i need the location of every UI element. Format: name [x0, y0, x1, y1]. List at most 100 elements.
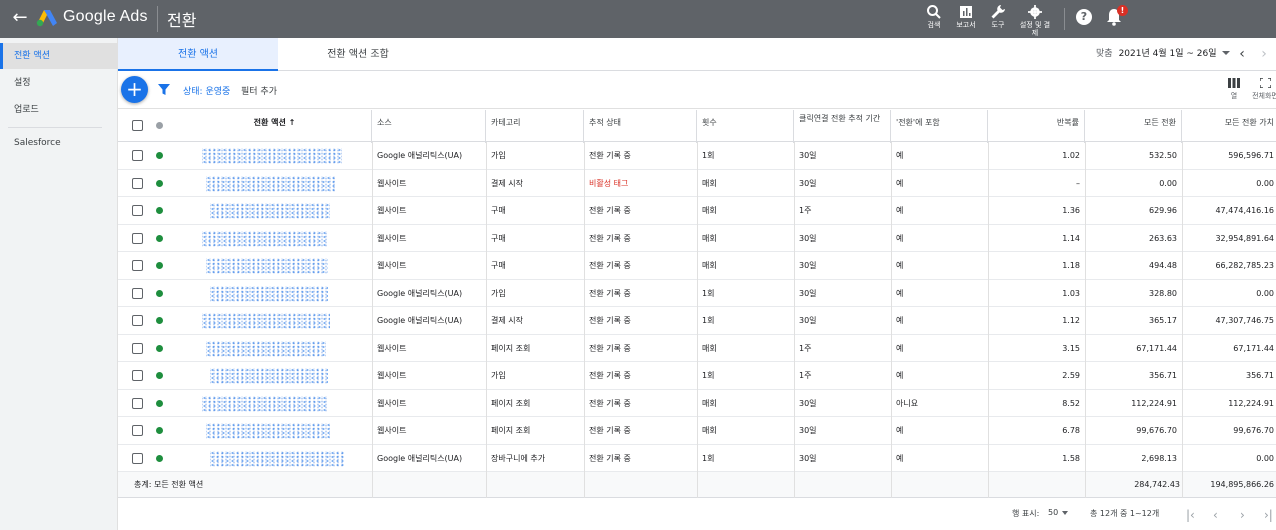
cell-category: 페이지 조회	[491, 343, 531, 353]
table-header: 전환 액션 ↑ 소스 카테고리 추적 상태 횟수 클릭연결 전환 추적 기간 '…	[118, 108, 1276, 143]
column-divider	[584, 142, 585, 498]
date-range-picker[interactable]: 맞춤 2021년 4월 1일 ~ 26일	[1096, 38, 1216, 71]
column-header-count[interactable]: 횟수	[697, 110, 794, 143]
gear-icon	[1028, 5, 1042, 19]
row-checkbox[interactable]	[132, 315, 143, 326]
row-checkbox[interactable]	[132, 232, 143, 244]
tab-conversion-action-sets[interactable]: 전환 액션 조합	[278, 38, 438, 71]
row-checkbox[interactable]	[132, 150, 143, 161]
fullscreen-button[interactable]: 전체화면	[1245, 78, 1276, 101]
cell-all-conversion-value: 99,676.70	[1233, 426, 1274, 435]
row-checkbox[interactable]	[132, 452, 143, 464]
select-all-checkbox[interactable]	[132, 120, 143, 131]
total-all-conversions: 284,742.43	[1134, 480, 1180, 489]
settings-billing-label: 설정 및 결제	[1019, 21, 1051, 37]
conversion-name-redacted[interactable]	[210, 285, 328, 302]
cell-category: 결제 시작	[491, 178, 523, 188]
conversion-name-redacted[interactable]	[202, 395, 328, 412]
column-header-click-window[interactable]: 클릭연결 전환 추적 기간	[794, 110, 891, 143]
rows-per-page-select[interactable]: 50	[1048, 508, 1058, 517]
cell-all-conversions: 356.71	[1149, 371, 1177, 380]
next-page-icon[interactable]: ›	[1240, 508, 1245, 522]
cell-tracking-status: 전환 기록 중	[589, 288, 631, 298]
conversion-name-redacted[interactable]	[210, 368, 328, 384]
search-tool-button[interactable]: 검색	[917, 3, 951, 35]
cell-repeat-rate: 3.15	[1062, 343, 1080, 353]
sidebar-item-salesforce[interactable]: Salesforce	[0, 130, 118, 156]
row-checkbox[interactable]	[132, 425, 143, 436]
page-title: 전환	[167, 11, 197, 30]
cell-include: 예	[896, 151, 904, 160]
filter-icon[interactable]	[158, 84, 170, 96]
cell-tracking-status: 비활성 태그	[589, 178, 629, 188]
row-checkbox[interactable]	[132, 397, 143, 409]
status-dot	[156, 427, 163, 434]
cell-repeat-rate: –	[1076, 178, 1080, 188]
row-checkbox[interactable]	[132, 177, 143, 189]
cell-click-window: 30일	[799, 233, 817, 243]
cell-repeat-rate: 6.78	[1062, 426, 1080, 435]
cell-all-conversion-value: 47,474,416.16	[1215, 206, 1274, 215]
status-dot	[156, 454, 163, 462]
prev-page-icon[interactable]: ‹	[1213, 508, 1218, 522]
sidebar-item-settings[interactable]: 설정	[0, 70, 118, 96]
add-filter-button[interactable]: 필터 추가	[241, 84, 277, 97]
add-conversion-button[interactable]: +	[121, 76, 148, 103]
cell-click-window: 1주	[799, 343, 812, 353]
row-checkbox[interactable]	[132, 370, 143, 381]
cell-source: 웹사이트	[377, 206, 407, 215]
row-checkbox[interactable]	[132, 205, 143, 216]
column-header-conversion-action[interactable]: 전환 액션 ↑	[178, 110, 372, 143]
tools-button[interactable]: 도구	[981, 3, 1015, 35]
tab-conversion-actions[interactable]: 전환 액션	[118, 38, 278, 71]
cell-all-conversions: 67,171.44	[1136, 343, 1177, 353]
column-header-source[interactable]: 소스	[372, 110, 486, 143]
conversion-name-redacted[interactable]	[202, 148, 342, 164]
conversion-name-redacted[interactable]	[206, 258, 328, 274]
conversion-name-redacted[interactable]	[206, 423, 330, 439]
status-dot	[156, 399, 163, 407]
pagination-range: 총 12개 중 1~12개	[1090, 509, 1160, 518]
column-header-include-in-conversions[interactable]: '전환'에 포함	[891, 110, 988, 143]
row-checkbox[interactable]	[132, 260, 143, 271]
column-header-tracking-status[interactable]: 추적 상태	[584, 110, 697, 143]
date-next-icon[interactable]: ›	[1256, 45, 1272, 63]
conversion-name-redacted[interactable]	[210, 203, 330, 219]
title-divider	[157, 6, 158, 32]
cell-repeat-rate: 1.18	[1062, 261, 1080, 270]
column-header-repeat-rate[interactable]: 반복률	[988, 110, 1085, 143]
column-header-category[interactable]: 카테고리	[486, 110, 584, 143]
row-checkbox[interactable]	[132, 342, 143, 354]
row-checkbox[interactable]	[132, 287, 143, 299]
back-arrow-icon[interactable]: ←	[10, 8, 30, 28]
cell-click-window: 30일	[799, 316, 817, 325]
date-prev-icon[interactable]: ‹	[1234, 45, 1250, 63]
cell-all-conversions: 2,698.13	[1141, 453, 1177, 463]
reports-tool-button[interactable]: 보고서	[949, 3, 983, 35]
cell-category: 가입	[491, 288, 506, 298]
conversion-name-redacted[interactable]	[206, 175, 336, 192]
conversion-name-redacted[interactable]	[206, 340, 326, 357]
cell-count: 1회	[702, 371, 715, 380]
tab-bar: 전환 액션 전환 액션 조합 맞춤 2021년 4월 1일 ~ 26일 ‹ ›	[118, 38, 1276, 71]
top-bar: ← Google Ads 전환 검색 보고서 도구 설정 및 결제 ? !	[0, 0, 1276, 38]
settings-billing-button[interactable]: 설정 및 결제	[1016, 3, 1054, 37]
column-header-all-conversion-value[interactable]: 모든 전환 가치	[1182, 110, 1276, 143]
help-icon[interactable]: ?	[1076, 9, 1092, 25]
cell-click-window: 30일	[799, 288, 817, 298]
cell-all-conversion-value: 0.00	[1256, 288, 1274, 298]
conversion-name-redacted[interactable]	[202, 313, 330, 329]
sidebar: 전환 액션 설정 업로드 Salesforce	[0, 38, 118, 530]
column-header-all-conversions[interactable]: 모든 전환	[1085, 110, 1182, 143]
conversion-name-redacted[interactable]	[202, 230, 327, 247]
sidebar-item-conversion-actions[interactable]: 전환 액션	[0, 43, 118, 69]
date-dropdown-icon[interactable]	[1222, 51, 1230, 55]
status-filter-chip[interactable]: 상태: 운영중	[183, 84, 230, 97]
conversion-name-redacted[interactable]	[210, 450, 345, 467]
sidebar-item-uploads[interactable]: 업로드	[0, 97, 118, 123]
cell-count: 매회	[702, 206, 717, 215]
cell-category: 결제 시작	[491, 316, 523, 325]
last-page-icon[interactable]: ›|	[1264, 508, 1273, 522]
rows-per-page-dropdown-icon[interactable]	[1062, 511, 1068, 515]
first-page-icon[interactable]: |‹	[1186, 508, 1195, 522]
